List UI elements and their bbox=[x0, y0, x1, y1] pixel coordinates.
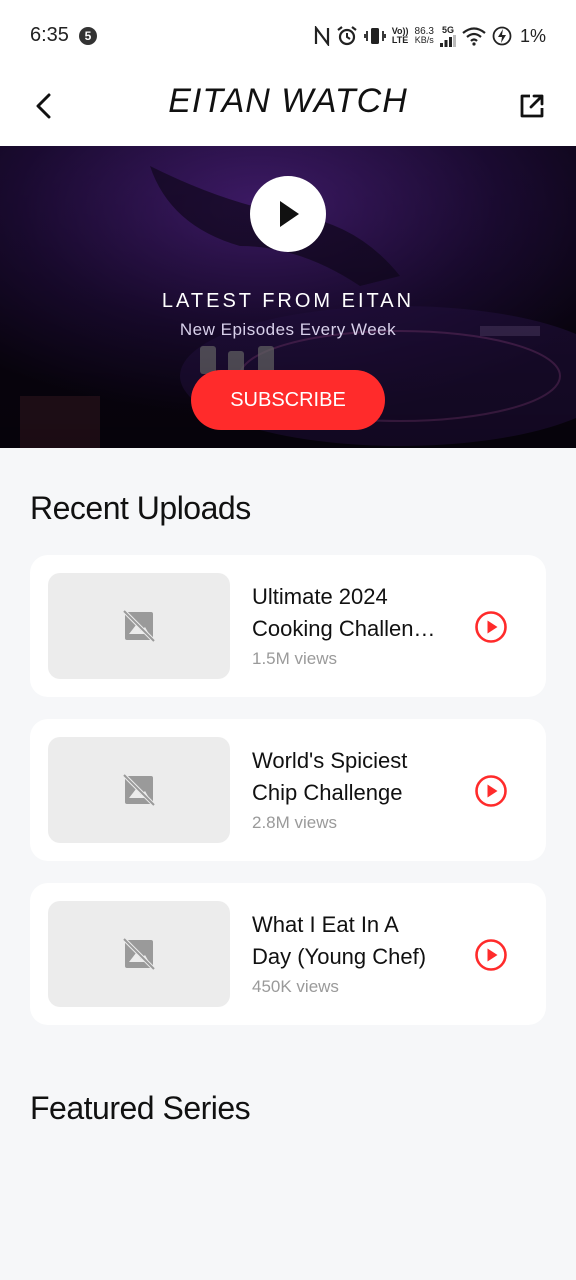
video-title: Ultimate 2024 Cooking Challen… bbox=[252, 581, 462, 645]
video-card[interactable]: What I Eat In A Day (Young Chef) 450K vi… bbox=[30, 883, 546, 1025]
hero-title: LATEST FROM EITAN bbox=[161, 290, 415, 312]
video-views: 1.5M views bbox=[252, 649, 338, 668]
signal-label: 5G bbox=[441, 24, 454, 35]
image-off-icon bbox=[122, 609, 156, 643]
featured-series-heading: Featured Series bbox=[30, 1090, 251, 1126]
video-thumbnail bbox=[48, 573, 230, 679]
wifi-icon bbox=[462, 27, 486, 46]
open-external-icon bbox=[520, 94, 544, 118]
recent-uploads-heading: Recent Uploads bbox=[30, 490, 251, 526]
play-circle-icon[interactable] bbox=[474, 938, 508, 972]
video-thumbnail bbox=[48, 901, 230, 1007]
nfc-icon bbox=[314, 26, 329, 46]
video-title-line2: Chip Challenge bbox=[252, 780, 403, 805]
video-card[interactable]: World's Spiciest Chip Challenge 2.8M vie… bbox=[30, 719, 546, 861]
vibrate-icon bbox=[363, 28, 386, 44]
play-icon bbox=[280, 201, 299, 227]
status-icons: Vo)) LTE 86.3 KB/s 5G 1% bbox=[314, 22, 546, 50]
video-title-line1: What I Eat In A bbox=[252, 912, 399, 937]
image-off-icon bbox=[122, 937, 156, 971]
battery-percent: 1% bbox=[519, 25, 546, 46]
signal-bars-icon bbox=[439, 34, 456, 47]
video-title: What I Eat In A Day (Young Chef) bbox=[252, 909, 462, 973]
video-card[interactable]: Ultimate 2024 Cooking Challen… 1.5M view… bbox=[30, 555, 546, 697]
status-bar: 6:35 5 Vo)) LTE 86.3 KB/s 5G 1% bbox=[0, 0, 576, 70]
video-title-line2: Day (Young Chef) bbox=[252, 944, 427, 969]
app-title: EITAN WATCH bbox=[168, 82, 408, 120]
cell-signal: 5G bbox=[439, 24, 456, 47]
network-speed: 86.3 KB/s bbox=[415, 27, 434, 45]
hero-banner: LATEST FROM EITAN New Episodes Every Wee… bbox=[0, 146, 576, 448]
app-bar: EITAN WATCH bbox=[0, 70, 576, 146]
battery-charging-icon bbox=[492, 26, 512, 46]
hero-subtitle: New Episodes Every Week bbox=[179, 320, 397, 339]
video-title-line2: Cooking Challen… bbox=[252, 616, 436, 641]
status-time: 6:35 bbox=[30, 24, 69, 46]
video-views: 450K views bbox=[252, 977, 339, 996]
alarm-icon bbox=[337, 26, 357, 46]
image-off-icon bbox=[122, 773, 156, 807]
hero-play-button[interactable] bbox=[250, 176, 326, 252]
network-type: Vo)) LTE bbox=[392, 27, 409, 45]
open-external-button[interactable] bbox=[510, 84, 554, 128]
video-thumbnail bbox=[48, 737, 230, 843]
network-type-bottom: LTE bbox=[391, 35, 409, 45]
video-views: 2.8M views bbox=[252, 813, 338, 832]
video-title: World's Spiciest Chip Challenge bbox=[252, 745, 462, 809]
video-title-line1: Ultimate 2024 bbox=[252, 584, 388, 609]
notification-count-badge: 5 bbox=[79, 27, 97, 45]
network-speed-unit: KB/s bbox=[414, 35, 434, 45]
subscribe-button[interactable]: SUBSCRIBE bbox=[191, 370, 385, 430]
play-circle-icon[interactable] bbox=[474, 774, 508, 808]
play-circle-icon[interactable] bbox=[474, 610, 508, 644]
video-title-line1: World's Spiciest bbox=[252, 748, 408, 773]
